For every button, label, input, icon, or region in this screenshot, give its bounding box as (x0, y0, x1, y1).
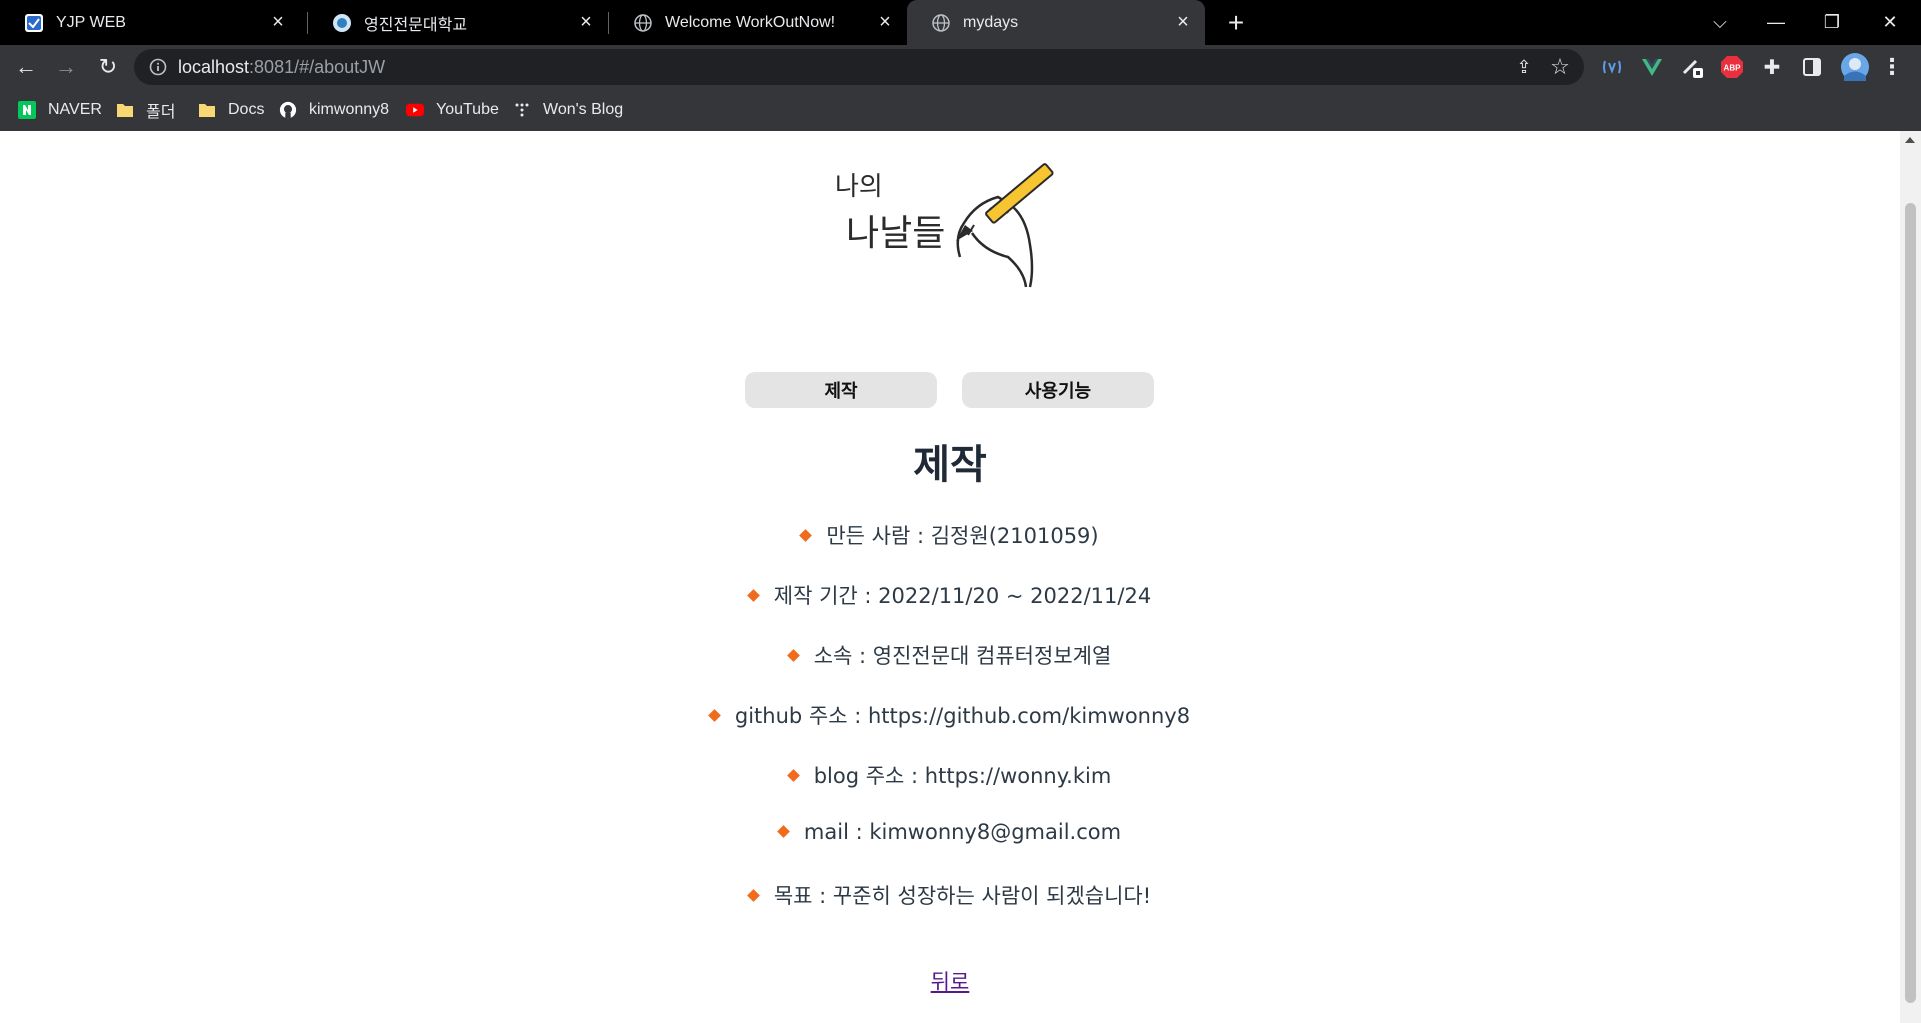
bookmarks-bar: NAVER 폴더 Docs kimwonny8 YouTube Won's Bl… (0, 89, 1921, 131)
bookmark-star-icon[interactable]: ☆ (1548, 54, 1572, 79)
hand-holding-pencil-icon (956, 163, 1054, 288)
diamond-bullet-icon (777, 824, 790, 838)
info-item-mail: mail : kimwonny8@gmail.com (0, 820, 1900, 844)
side-panel-icon[interactable] (1800, 55, 1824, 79)
youtube-icon (406, 101, 424, 119)
tab-close-icon[interactable]: × (1171, 11, 1195, 35)
back-link[interactable]: 뒤로 (931, 970, 970, 994)
diamond-bullet-icon (746, 888, 760, 902)
diamond-bullet-icon (799, 528, 813, 542)
bookmark-docs[interactable]: Docs (198, 98, 264, 122)
tab-title: mydays (963, 13, 1019, 31)
bookmark-folder[interactable]: 폴더 (116, 98, 175, 122)
yeungjin-favicon-icon (332, 13, 352, 33)
info-item-blog: blog 주소 : https://wonny.kim (0, 760, 1900, 790)
scroll-up-arrow-icon[interactable] (1905, 137, 1915, 143)
bookmark-github[interactable]: kimwonny8 (279, 98, 389, 122)
reader-extension-icon[interactable] (1600, 55, 1624, 79)
mydays-logo[interactable]: 나의 나날들 (830, 153, 1070, 293)
tab-title: Welcome WorkOutNow! (665, 13, 836, 31)
tab-yeungjin[interactable]: 영진전문대학교 × (308, 0, 608, 45)
share-icon[interactable]: ⇪ (1512, 55, 1536, 79)
globe-icon (931, 13, 951, 33)
reload-button[interactable]: ↻ (92, 51, 124, 83)
new-tab-button[interactable]: + (1221, 7, 1251, 38)
tab-close-icon[interactable]: × (873, 11, 897, 35)
globe-icon (633, 13, 653, 33)
adblock-plus-icon[interactable]: ABP (1720, 55, 1744, 79)
info-item-goal: 목표 : 꾸준히 성장하는 사람이 되겠습니다! (0, 880, 1900, 910)
tab-button-production[interactable]: 제작 (745, 372, 937, 408)
address-bar[interactable]: localhost:8081/#/aboutJW ⇪ ☆ (134, 49, 1584, 85)
tab-close-icon[interactable]: × (574, 11, 598, 35)
page-scrollbar[interactable] (1900, 131, 1921, 1023)
back-button[interactable]: ← (10, 51, 42, 83)
info-item-creator: 만든 사람 : 김정원(2101059) (0, 520, 1900, 550)
browser-tab-bar: YJP WEB × 영진전문대학교 × Welcome WorkOutNow! … (0, 0, 1921, 45)
blog-favicon-icon (513, 101, 531, 119)
info-item-period: 제작 기간 : 2022/11/20 ~ 2022/11/24 (0, 580, 1900, 610)
url-text[interactable]: localhost:8081/#/aboutJW (178, 57, 385, 78)
diamond-bullet-icon (708, 708, 721, 722)
svg-text:나날들: 나날들 (846, 213, 945, 254)
back-link-container: 뒤로 (0, 966, 1900, 996)
extensions-puzzle-icon[interactable]: ✚ (1760, 55, 1784, 79)
scrollbar-thumb[interactable] (1905, 203, 1916, 1003)
diamond-bullet-icon (746, 588, 760, 602)
svg-text:ABP: ABP (1724, 64, 1742, 73)
browser-menu-icon[interactable]: ⋮ (1880, 54, 1904, 79)
tab-button-features[interactable]: 사용기능 (962, 372, 1154, 408)
folder-icon (198, 101, 216, 119)
close-window-button[interactable]: ✕ (1862, 0, 1918, 45)
minimize-button[interactable]: — (1748, 0, 1804, 45)
forward-button[interactable]: → (50, 51, 82, 83)
info-item-github: github 주소 : https://github.com/kimwonny8 (0, 700, 1900, 730)
info-item-affiliation: 소속 : 영진전문대 컴퓨터정보계열 (0, 640, 1900, 670)
tab-search-button[interactable]: ⌵ (1692, 0, 1748, 45)
tab-title: YJP WEB (56, 13, 126, 31)
restore-button[interactable]: ❐ (1804, 0, 1860, 45)
browser-toolbar: ← → ↻ localhost:8081/#/aboutJW ⇪ ☆ ABP ✚… (0, 45, 1921, 89)
svg-text:나의: 나의 (835, 172, 883, 202)
tab-workoutnow[interactable]: Welcome WorkOutNow! × (609, 0, 907, 45)
tab-yjp-web[interactable]: YJP WEB × (0, 0, 300, 45)
bookmark-wons-blog[interactable]: Won's Blog (513, 98, 623, 122)
site-info-icon[interactable] (148, 57, 168, 77)
tab-mydays[interactable]: mydays × (907, 0, 1205, 45)
folder-icon (116, 101, 134, 119)
bookmark-youtube[interactable]: YouTube (406, 98, 499, 122)
section-heading: 제작 (913, 443, 987, 487)
naver-icon (18, 101, 36, 119)
github-icon (279, 101, 297, 119)
yjp-favicon-icon (24, 13, 44, 33)
profile-avatar-icon[interactable] (1840, 52, 1870, 82)
diamond-bullet-icon (786, 768, 800, 782)
tab-close-icon[interactable]: × (266, 11, 290, 35)
diamond-bullet-icon (786, 648, 800, 662)
tab-title: 영진전문대학교 (364, 16, 468, 34)
bookmark-naver[interactable]: NAVER (18, 98, 102, 122)
vue-devtools-icon[interactable] (1640, 55, 1664, 79)
pen-extension-icon[interactable] (1680, 55, 1704, 79)
